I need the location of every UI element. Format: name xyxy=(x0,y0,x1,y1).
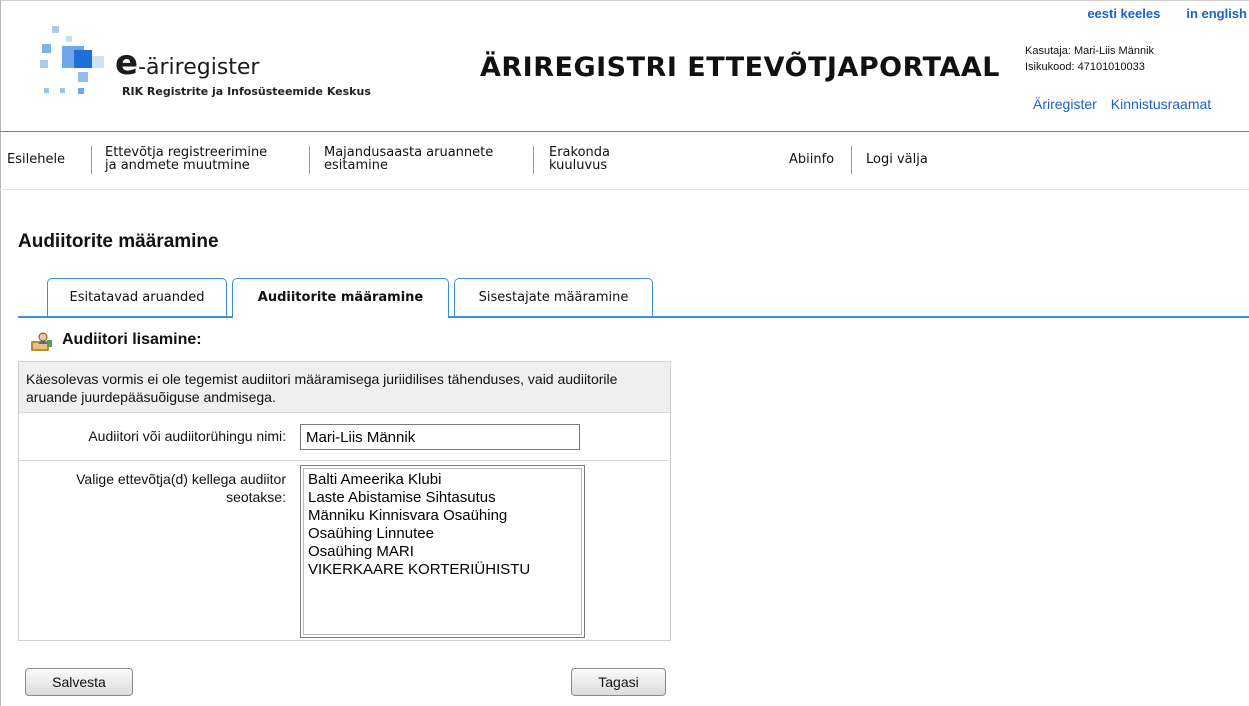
lang-link-estonian[interactable]: eesti keeles xyxy=(1087,6,1160,21)
nav-item-logout[interactable]: Logi välja xyxy=(866,153,928,166)
user-info: Kasutaja: Mari-Liis Männik Isikukood: 47… xyxy=(1025,43,1154,75)
id-code: 47101010033 xyxy=(1077,61,1145,73)
nav-item-label-line2: esitamine xyxy=(324,158,388,173)
nav-divider xyxy=(309,146,310,174)
auditor-name-label: Audiitori või audiitorühingu nimi: xyxy=(88,428,286,444)
active-tab-gap xyxy=(233,315,448,318)
external-links: Äriregister Kinnistusraamat xyxy=(1033,96,1225,112)
nav-divider xyxy=(91,146,92,174)
page-title: Audiitorite määramine xyxy=(18,231,219,252)
tab-sisestajate-maaramine[interactable]: Sisestajate määramine xyxy=(454,278,653,317)
nav-item-erakonda[interactable]: Erakonda kuuluvus xyxy=(549,146,610,172)
lang-link-english[interactable]: in english xyxy=(1186,6,1247,21)
nav-item-abiinfo[interactable]: Abiinfo xyxy=(789,153,834,166)
main-nav: Esilehele Ettevõtja registreerimine ja a… xyxy=(0,142,1249,182)
link-ariregister[interactable]: Äriregister xyxy=(1033,96,1097,112)
form-notice: Käesolevas vormis ei ole tegemist audiit… xyxy=(19,362,670,413)
tab-audiitorite-maaramine[interactable]: Audiitorite määramine xyxy=(232,278,449,318)
section-title: Audiitori lisamine: xyxy=(62,331,202,348)
user-label: Kasutaja: xyxy=(1025,45,1071,57)
e-ariregister-logo-icon xyxy=(34,26,106,98)
id-label: Isikukood: xyxy=(1025,61,1075,73)
language-links: eesti keeles in english xyxy=(1061,6,1247,21)
nav-item-label-line2: ja andmete muutmine xyxy=(105,158,250,173)
nav-item-majandusaasta[interactable]: Majandusaasta aruannete esitamine xyxy=(324,146,493,172)
company-option[interactable]: Laste Abistamise Sihtasutus xyxy=(308,489,577,507)
nav-divider xyxy=(533,146,534,174)
nav-item-label: Esilehele xyxy=(7,152,66,167)
auditor-form: Käesolevas vormis ei ole tegemist audiit… xyxy=(18,361,671,641)
company-option[interactable]: VIKERKAARE KORTERIÜHISTU xyxy=(308,561,577,579)
auditor-name-input[interactable] xyxy=(300,424,580,450)
company-option[interactable]: Osaühing MARI xyxy=(308,543,577,561)
companies-label-line2: seotakse: xyxy=(226,489,286,505)
form-row-divider xyxy=(19,460,670,461)
nav-bottom-divider xyxy=(0,189,1249,190)
nav-item-registreerimine[interactable]: Ettevõtja registreerimine ja andmete muu… xyxy=(105,146,267,172)
nav-item-label: Abiinfo xyxy=(789,152,835,167)
nav-item-esilehele[interactable]: Esilehele xyxy=(7,153,65,166)
tab-label: Esitatavad aruanded xyxy=(69,290,205,305)
link-kinnistusraamat[interactable]: Kinnistusraamat xyxy=(1111,96,1211,112)
tab-label: Sisestajate määramine xyxy=(478,290,629,305)
logo-wordmark: e-äriregister xyxy=(115,46,260,80)
logo-e: e xyxy=(115,43,139,83)
header-divider xyxy=(0,131,1249,132)
tab-label: Audiitorite määramine xyxy=(257,290,424,305)
companies-listbox-inner: Balti Ameerika Klubi Laste Abistamise Si… xyxy=(303,468,582,635)
company-option[interactable]: Männiku Kinnisvara Osaühing xyxy=(308,507,577,525)
companies-label: Valige ettevõtja(d) kellega audiitor seo… xyxy=(76,470,286,506)
portal-title: ÄRIREGISTRI ETTEVÕTJAPORTAAL xyxy=(480,52,1000,83)
tabs-underline xyxy=(18,316,1249,318)
logo-subtitle: RIK Registrite ja Infosüsteemide Keskus xyxy=(122,85,371,98)
tab-esitatavad-aruanded[interactable]: Esitatavad aruanded xyxy=(47,278,227,317)
user-name: Mari-Liis Männik xyxy=(1073,45,1155,57)
nav-item-label: Logi välja xyxy=(866,152,928,167)
logo-name: -äriregister xyxy=(138,55,260,80)
companies-label-line1: Valige ettevõtja(d) kellega audiitor xyxy=(76,471,286,487)
nav-item-label-line2: kuuluvus xyxy=(549,158,608,173)
save-button[interactable]: Salvesta xyxy=(25,668,133,696)
auditor-icon xyxy=(30,332,54,352)
nav-divider xyxy=(851,146,852,174)
company-option[interactable]: Balti Ameerika Klubi xyxy=(308,471,577,489)
back-button[interactable]: Tagasi xyxy=(571,668,666,696)
company-option[interactable]: Osaühing Linnutee xyxy=(308,525,577,543)
companies-listbox[interactable]: Balti Ameerika Klubi Laste Abistamise Si… xyxy=(300,465,585,638)
